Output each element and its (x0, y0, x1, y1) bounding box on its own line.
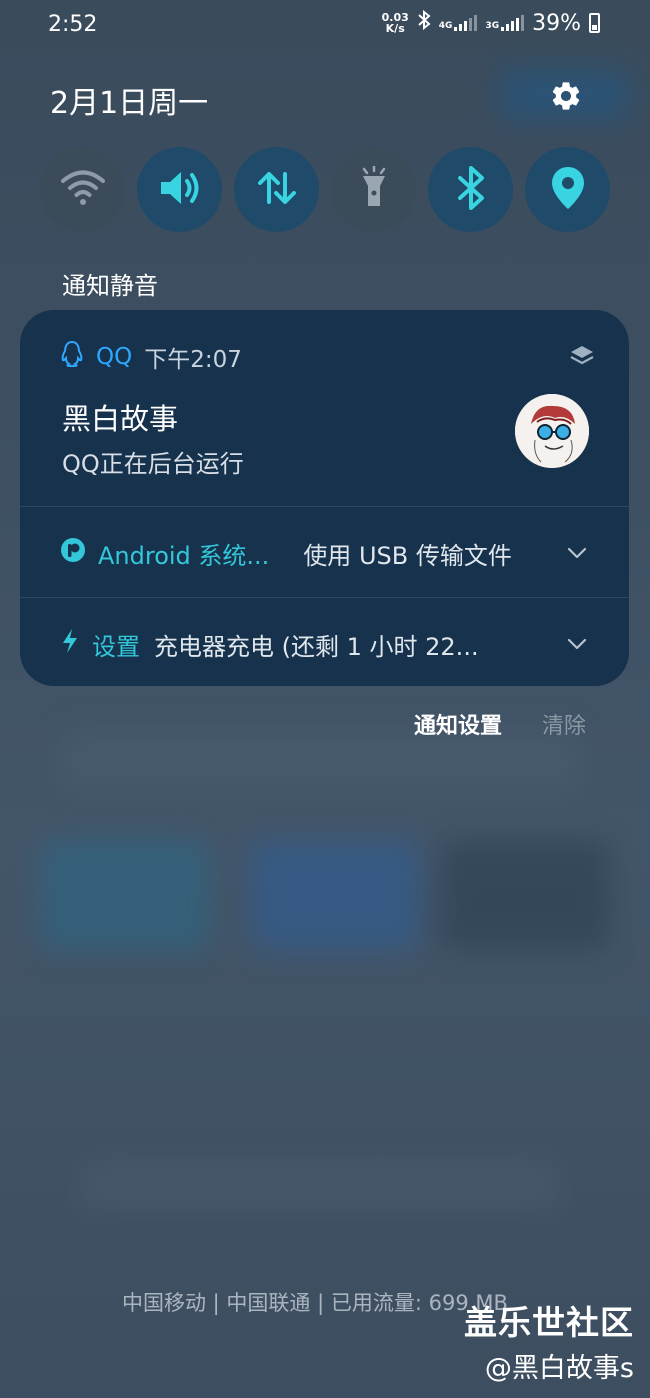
network-speed: 0.03 K/s (381, 11, 409, 35)
notification-card: QQ 下午2:07 黑白故事 QQ正在后台运行 Android 系统... 使用… (20, 310, 629, 686)
android-system-app-name: Android 系统... (98, 541, 270, 570)
watermark: 盖乐世社区 @黑白故事s (464, 1296, 634, 1385)
qq-notification-time: 下午2:07 (144, 347, 242, 373)
settings-charging-notification[interactable]: 设置 充电器充电 (还剩 1 小时 22... (60, 624, 589, 664)
flashlight-icon (359, 164, 389, 214)
clear-button[interactable]: 清除 (542, 708, 586, 740)
qs-sound-toggle[interactable] (137, 147, 222, 232)
qq-notification-header: QQ 下午2:07 (60, 340, 242, 374)
android-system-icon (60, 537, 86, 569)
background-blur (440, 840, 610, 950)
sim1-signal-icon: 4G (439, 15, 478, 31)
lightning-icon (60, 628, 80, 660)
location-icon (550, 165, 586, 215)
android-system-notification[interactable]: Android 系统... 使用 USB 传输文件 (60, 533, 589, 573)
background-blur (250, 840, 420, 950)
watermark-community: 盖乐世社区 (464, 1303, 634, 1342)
wifi-icon (60, 169, 106, 211)
notification-settings-button[interactable]: 通知设置 (414, 708, 502, 740)
qq-penguin-icon (60, 340, 84, 374)
qs-flashlight-toggle[interactable] (331, 147, 416, 232)
background-blur (80, 1160, 560, 1210)
android-system-message: 使用 USB 传输文件 (303, 541, 512, 570)
divider (20, 506, 629, 507)
data-transfer-icon (255, 168, 299, 212)
battery-percent: 39% (532, 10, 581, 36)
status-icons: 0.03 K/s 4G 3G 39% (381, 9, 600, 36)
qs-location-toggle[interactable] (525, 147, 610, 232)
qq-notification-body[interactable]: QQ正在后台运行 (62, 444, 244, 479)
carrier-info: 中国移动 | 中国联通 | 已用流量: 699 MB (122, 1291, 508, 1315)
background-blur (40, 840, 210, 950)
quick-settings-row (40, 147, 610, 232)
qs-bluetooth-toggle[interactable] (428, 147, 513, 232)
qs-wifi-toggle[interactable] (40, 147, 125, 232)
date-label: 2月1日周一 (50, 86, 209, 121)
bluetooth-icon (456, 165, 486, 214)
settings-app-name: 设置 (92, 632, 140, 661)
status-bar: 2:52 0.03 K/s 4G 3G 39% (0, 0, 650, 52)
watermark-author: @黑白故事s (484, 1353, 634, 1384)
layers-icon[interactable] (569, 344, 595, 372)
notification-mute-label: 通知静音 (62, 272, 158, 300)
status-time: 2:52 (48, 12, 98, 37)
qq-notification-title[interactable]: 黑白故事 (62, 396, 178, 438)
qq-app-name: QQ (96, 344, 133, 370)
settings-gear-button[interactable] (546, 78, 586, 118)
sim2-signal-icon: 3G (485, 15, 525, 31)
avatar (515, 394, 589, 468)
divider (20, 597, 629, 598)
chevron-down-icon[interactable] (565, 632, 589, 656)
qs-mobile-data-toggle[interactable] (234, 147, 319, 232)
volume-icon (157, 168, 203, 212)
notification-actions: 通知设置 清除 (414, 708, 586, 740)
bluetooth-status-icon (417, 9, 431, 36)
gear-icon (549, 79, 583, 117)
battery-icon (589, 13, 600, 33)
charging-message: 充电器充电 (还剩 1 小时 22... (154, 632, 479, 661)
chevron-down-icon[interactable] (565, 541, 589, 565)
